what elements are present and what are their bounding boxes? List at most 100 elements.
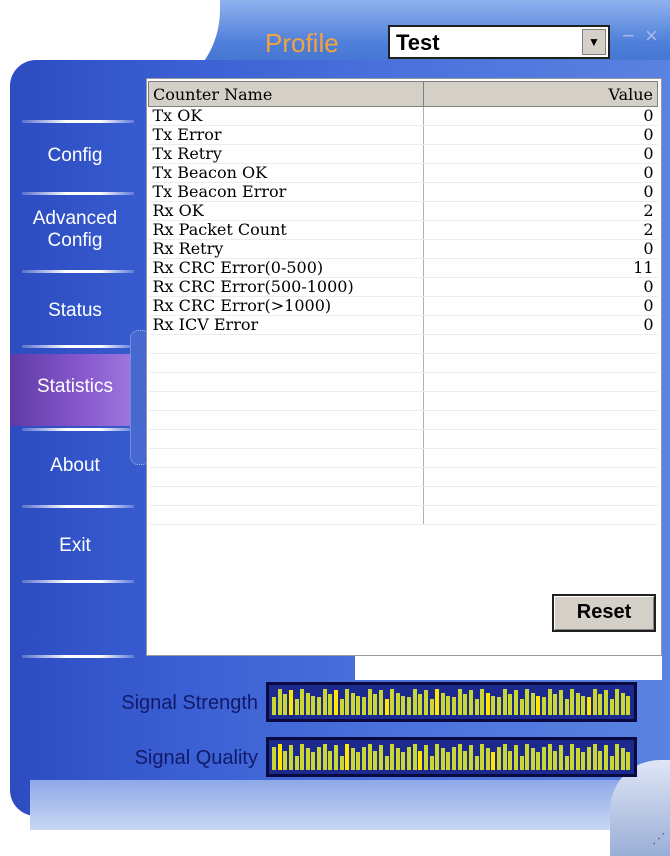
empty-table-row <box>148 505 658 525</box>
counter-name-cell: Tx Beacon OK <box>148 163 424 183</box>
minimize-icon[interactable]: − <box>622 25 635 47</box>
resize-grip-icon[interactable]: ⋰ <box>652 830 666 847</box>
close-icon[interactable]: × <box>645 25 658 47</box>
signal-bar <box>592 689 597 715</box>
signal-bar <box>564 755 569 770</box>
signal-bar <box>401 751 406 770</box>
signal-strength-meter <box>266 682 637 722</box>
signal-bar <box>497 696 501 715</box>
table-row[interactable]: Rx Packet Count 2 <box>148 220 658 240</box>
signal-bar <box>474 755 479 770</box>
signal-bar <box>452 746 456 770</box>
signal-bar <box>367 689 372 715</box>
sidebar-item-label: Exit <box>59 535 91 556</box>
table-row[interactable]: Tx Beacon Error 0 <box>148 182 658 202</box>
signal-bar <box>525 689 530 715</box>
sidebar-item-statistics[interactable]: Statistics <box>10 354 140 426</box>
signal-bar <box>328 694 333 715</box>
reset-button[interactable]: Reset <box>552 594 656 632</box>
counter-name-cell: Rx CRC Error(>1000) <box>148 296 424 316</box>
empty-table-row <box>148 372 658 392</box>
counter-name-cell: Tx Error <box>148 125 424 145</box>
signal-bar <box>508 694 513 715</box>
signal-bar <box>412 744 417 770</box>
signal-bar <box>491 695 496 715</box>
statistics-panel: Counter Name Value Tx OK 0 Tx Error 0 Tx Ret… <box>146 78 662 656</box>
column-header-value[interactable]: Value <box>423 81 658 107</box>
signal-bar <box>468 690 473 715</box>
signal-bar <box>581 751 586 770</box>
nav-divider <box>22 270 134 273</box>
signal-bar <box>418 750 423 770</box>
empty-table-row <box>148 429 658 449</box>
table-row[interactable]: Tx OK 0 <box>148 106 658 126</box>
table-row[interactable]: Tx Retry 0 <box>148 144 658 164</box>
empty-table-row <box>148 448 658 468</box>
signal-bar <box>547 689 552 715</box>
counter-value-cell: 11 <box>423 258 658 278</box>
signal-bar <box>373 694 378 715</box>
signal-bar <box>288 745 293 770</box>
signal-bar <box>502 744 507 770</box>
empty-table-row <box>148 486 658 506</box>
signal-bar <box>440 747 445 770</box>
nav-divider <box>22 580 134 583</box>
sidebar-item-config[interactable]: Config <box>10 145 140 185</box>
signal-bar <box>362 696 366 715</box>
sidebar-item-about[interactable]: About <box>10 455 140 495</box>
signal-bar <box>615 689 620 715</box>
signal-bar <box>395 692 400 715</box>
sidebar-item-status[interactable]: Status <box>10 300 140 340</box>
table-row[interactable]: Rx CRC Error(0-500) 11 <box>148 258 658 278</box>
signal-bar <box>339 755 344 770</box>
signal-bar <box>542 746 546 770</box>
table-row[interactable]: Rx ICV Error 0 <box>148 315 658 335</box>
table-row[interactable]: Rx CRC Error(>1000) 0 <box>148 296 658 316</box>
table-row[interactable]: Rx CRC Error(500-1000) 0 <box>148 277 658 297</box>
counter-value-cell: 0 <box>423 163 658 183</box>
nav-divider <box>22 428 134 431</box>
signal-bar <box>553 694 558 715</box>
signal-bar <box>345 689 350 715</box>
signal-bar <box>322 744 327 770</box>
signal-bar <box>598 750 603 770</box>
empty-table-row <box>148 410 658 430</box>
sidebar-item-exit[interactable]: Exit <box>10 535 140 575</box>
signal-bar <box>513 690 518 715</box>
empty-table-row <box>148 391 658 411</box>
table-row[interactable]: Rx Retry 0 <box>148 239 658 259</box>
table-row[interactable]: Tx Error 0 <box>148 125 658 145</box>
signal-bar <box>485 747 490 770</box>
signal-bar <box>530 692 535 715</box>
signal-bar <box>542 696 546 715</box>
signal-bar <box>384 699 389 715</box>
table-row[interactable]: Tx Beacon OK 0 <box>148 163 658 183</box>
signal-bar <box>311 751 316 770</box>
sidebar-item-advanced-config[interactable]: Advanced Config <box>10 208 140 258</box>
sidebar-item-label: Advanced <box>32 208 118 229</box>
signal-bar <box>570 689 575 715</box>
signal-bar <box>485 692 490 715</box>
signal-bar <box>390 744 395 770</box>
signal-bar <box>322 689 327 715</box>
column-header-counter-name[interactable]: Counter Name <box>148 81 424 107</box>
signal-bar <box>305 692 310 715</box>
counter-value-cell: 0 <box>423 144 658 164</box>
profile-dropdown[interactable]: Test ▼ <box>388 25 610 59</box>
signal-bar <box>620 692 625 715</box>
signal-bar <box>429 755 434 770</box>
signal-bar <box>592 744 597 770</box>
nav-divider <box>22 655 134 658</box>
table-row[interactable]: Rx OK 2 <box>148 201 658 221</box>
signal-bar <box>384 755 389 770</box>
sidebar-item-label: Config <box>47 230 103 251</box>
signal-quality-label: Signal Quality <box>134 747 258 769</box>
sidebar-item-label: Config <box>47 145 103 166</box>
signal-bar <box>283 694 288 715</box>
counter-name-cell: Rx CRC Error(0-500) <box>148 258 424 278</box>
signal-bar <box>587 696 591 715</box>
signal-bar <box>558 745 563 770</box>
dropdown-arrow-icon[interactable]: ▼ <box>582 29 606 55</box>
signal-bar <box>480 744 485 770</box>
statistics-table: Counter Name Value Tx OK 0 Tx Error 0 Tx Ret… <box>148 81 658 525</box>
